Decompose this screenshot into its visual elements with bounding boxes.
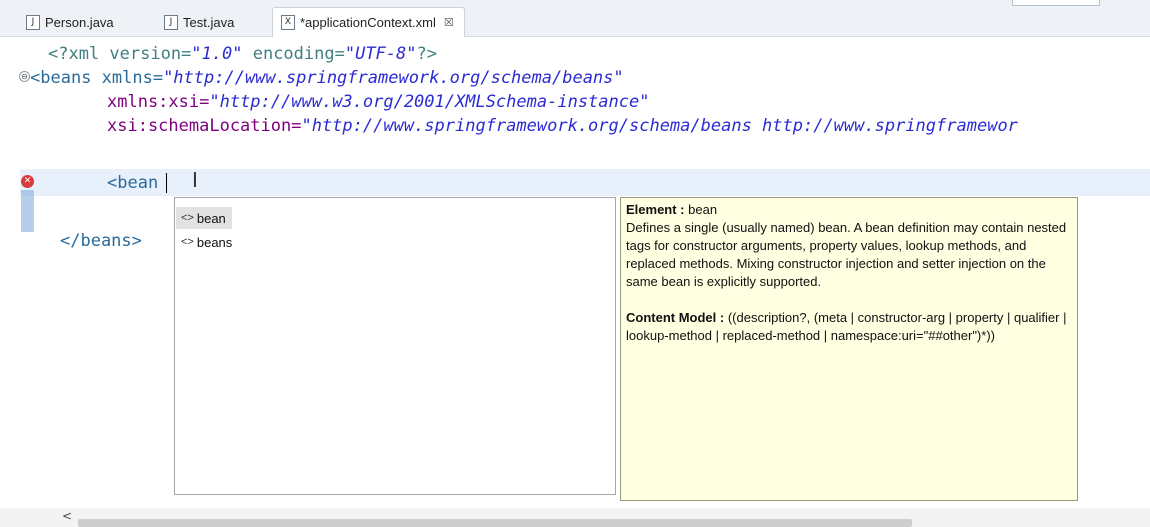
code-token: "UTF-8" bbox=[344, 44, 417, 64]
java-file-icon: J bbox=[164, 14, 178, 30]
code-line-1[interactable]: <?xml version="1.0" encoding="UTF-8"?> bbox=[48, 44, 437, 64]
code-token: </beans> bbox=[60, 231, 142, 251]
proposal-bean[interactable]: <> bean bbox=[176, 207, 232, 229]
tab-label: *applicationContext.xml bbox=[300, 15, 436, 30]
tag-icon: <> bbox=[181, 236, 194, 248]
xml-file-icon: X bbox=[281, 15, 295, 30]
current-line-highlight bbox=[20, 169, 1150, 196]
tab-person-java[interactable]: J Person.java bbox=[26, 8, 114, 36]
tab-label: Test.java bbox=[183, 14, 235, 30]
ibeam-cursor-icon: I bbox=[192, 168, 198, 192]
editor-tab-bar: J Person.java J Test.java X *application… bbox=[0, 0, 1150, 37]
code-token: <beans xmlns= bbox=[30, 68, 164, 88]
doc-content-model-label: Content Model : bbox=[626, 310, 725, 325]
code-token: "1.0" bbox=[191, 44, 243, 64]
toolbar-field[interactable] bbox=[1012, 0, 1100, 6]
vertical-ruler bbox=[0, 37, 18, 508]
proposal-label: bean bbox=[196, 210, 226, 226]
code-token: ?> bbox=[416, 44, 437, 64]
doc-element-value: bean bbox=[688, 202, 718, 217]
code-token: "http://www.w3.org/2001/XMLSchema-instan… bbox=[209, 92, 650, 112]
code-token: "http://www.springframework.org/schema/b… bbox=[163, 68, 624, 88]
code-token: "http://www.springframework.org/schema/b… bbox=[301, 116, 1018, 136]
additional-info-popup: Element : bean Defines a single (usually… bbox=[620, 197, 1078, 501]
proposal-beans[interactable]: <> beans bbox=[176, 231, 238, 253]
code-token: xmlns:xsi= bbox=[107, 92, 210, 112]
code-line-4[interactable]: xsi:schemaLocation="http://www.springfra… bbox=[107, 116, 1018, 136]
code-line-8[interactable]: </beans> bbox=[60, 231, 142, 251]
error-range-indicator bbox=[21, 190, 34, 232]
doc-element-line: Element : bean bbox=[626, 201, 1068, 219]
doc-element-label: Element : bbox=[626, 202, 685, 217]
scrollbar-thumb[interactable] bbox=[78, 519, 912, 527]
doc-content-model: Content Model : ((description?, (meta | … bbox=[626, 309, 1068, 345]
tab-test-java[interactable]: J Test.java bbox=[164, 8, 234, 36]
content-assist-list[interactable]: <> bean <> beans bbox=[174, 197, 616, 495]
doc-text: Element : bean Defines a single (usually… bbox=[626, 201, 1068, 345]
tag-icon: <> bbox=[181, 212, 194, 224]
code-line-2[interactable]: <beans xmlns="http://www.springframework… bbox=[30, 68, 624, 88]
horizontal-scrollbar[interactable]: < bbox=[40, 509, 1150, 527]
code-token: xsi:schemaLocation= bbox=[107, 116, 302, 136]
tab-label: Person.java bbox=[45, 14, 114, 30]
code-line-6[interactable]: <bean bbox=[107, 173, 158, 193]
close-icon[interactable]: ☒ bbox=[444, 16, 454, 29]
java-file-icon: J bbox=[26, 14, 40, 30]
code-token: <?xml version= bbox=[48, 44, 192, 64]
code-token: <bean bbox=[107, 173, 159, 193]
tab-application-context-xml[interactable]: X *applicationContext.xml ☒ bbox=[272, 7, 465, 37]
error-icon[interactable]: ✕ bbox=[21, 175, 34, 188]
xml-editor[interactable]: ✕ ⊖ <?xml version="1.0" encoding="UTF-8"… bbox=[0, 37, 1150, 527]
text-caret bbox=[166, 173, 167, 193]
code-token: encoding= bbox=[242, 44, 345, 64]
code-line-3[interactable]: xmlns:xsi="http://www.w3.org/2001/XMLSch… bbox=[107, 92, 649, 112]
fold-toggle-icon[interactable]: ⊖ bbox=[19, 71, 30, 82]
proposal-label: beans bbox=[196, 234, 233, 250]
doc-description: Defines a single (usually named) bean. A… bbox=[626, 220, 1067, 289]
